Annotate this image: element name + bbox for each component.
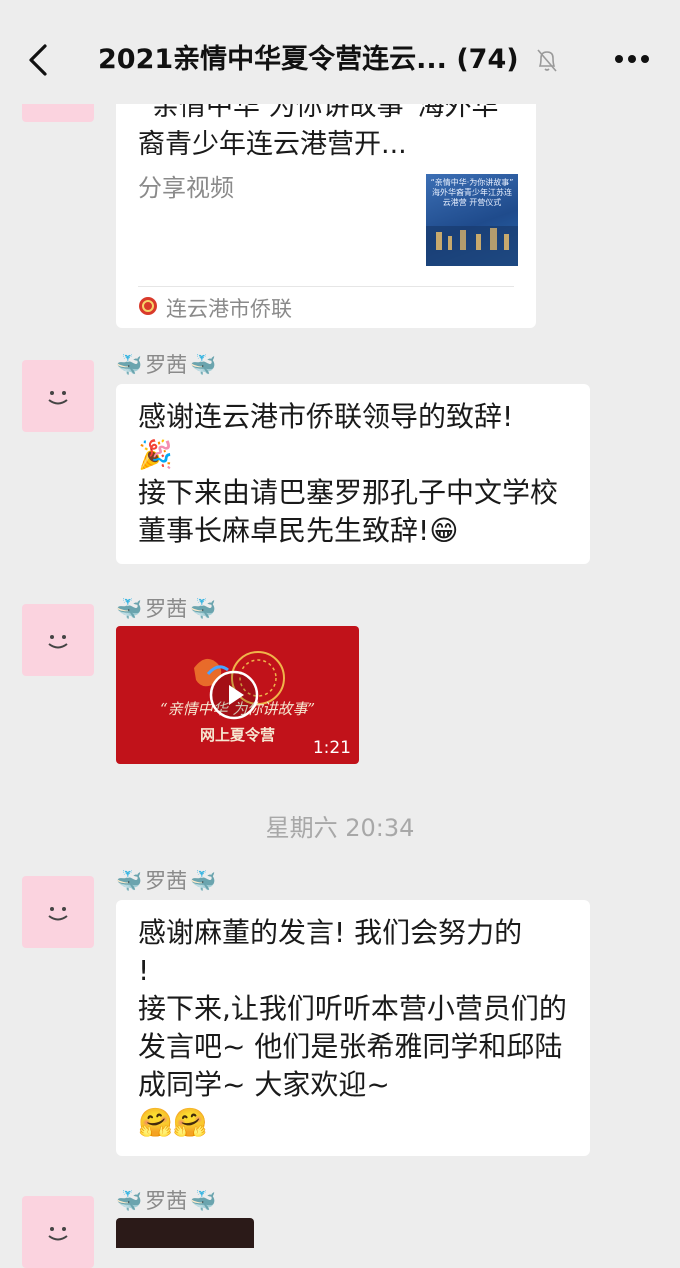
share-card-thumbnail: “亲情中华·为你讲故事” 海外华裔青少年江苏连云港营 开营仪式 — [426, 174, 518, 266]
message-text: 感谢连云港市侨联领导的致辞! 🎉 接下来由请巴塞罗那孔子中文学校董事长麻卓民先生… — [138, 400, 559, 547]
whale-icon: 🐳 — [190, 597, 217, 621]
bell-off-icon — [535, 48, 559, 74]
chevron-left-icon[interactable] — [22, 40, 54, 80]
message-bubble[interactable]: 感谢麻董的发言! 我们会努力的 ! 接下来,让我们听听本营小营员们的发言吧~ 他… — [116, 900, 590, 1156]
more-dots-icon[interactable] — [610, 44, 654, 74]
divider — [138, 286, 514, 287]
timestamp: 星期六 20:34 — [265, 814, 415, 842]
whale-icon: 🐳 — [116, 597, 143, 621]
sender-name: 🐳 罗茜 🐳 — [116, 866, 216, 896]
sender-label: 罗茜 — [145, 1189, 188, 1213]
sender-label: 罗茜 — [145, 353, 188, 377]
share-card-title: “亲情中华 为你讲故事”海外华裔青少年连云港营开... — [138, 96, 499, 160]
whale-icon: 🐳 — [190, 353, 217, 377]
whale-icon: 🐳 — [190, 869, 217, 893]
share-source: 连云港市侨联 — [138, 290, 292, 326]
avatar[interactable] — [22, 876, 94, 948]
sender-name: 🐳 罗茜 🐳 — [116, 594, 216, 624]
sender-label: 罗茜 — [145, 597, 188, 621]
whale-icon: 🐳 — [116, 1189, 143, 1213]
avatar[interactable] — [22, 360, 94, 432]
message-text: 感谢麻董的发言! 我们会努力的 ! 接下来,让我们听听本营小营员们的发言吧~ 他… — [138, 916, 567, 1139]
sender-label: 罗茜 — [145, 869, 188, 893]
whale-icon: 🐳 — [116, 869, 143, 893]
chat-header: 2021亲情中华夏令营连云... (74) — [0, 0, 680, 104]
video-message[interactable]: “亲情中华 为你讲故事” 网上夏令营 1:21 — [116, 626, 359, 764]
chat-title: 2021亲情中华夏令营连云... (74) — [98, 44, 519, 75]
avatar[interactable] — [22, 604, 94, 676]
whale-icon: 🐳 — [190, 1189, 217, 1213]
play-icon[interactable] — [208, 669, 260, 721]
shared-video-card[interactable]: “亲情中华 为你讲故事”海外华裔青少年连云港营开... 分享视频 “亲情中华·为… — [116, 96, 536, 328]
share-card-subtitle: 分享视频 — [138, 174, 234, 202]
avatar[interactable] — [22, 1196, 94, 1268]
video-duration: 1:21 — [312, 738, 351, 758]
whale-icon: 🐳 — [116, 353, 143, 377]
share-source-name: 连云港市侨联 — [166, 297, 292, 321]
message-bubble[interactable]: 感谢连云港市侨联领导的致辞! 🎉 接下来由请巴塞罗那孔子中文学校董事长麻卓民先生… — [116, 384, 590, 564]
sender-name: 🐳 罗茜 🐳 — [116, 350, 216, 380]
sender-name: 🐳 罗茜 🐳 — [116, 1186, 216, 1216]
federation-logo-icon — [138, 296, 158, 321]
